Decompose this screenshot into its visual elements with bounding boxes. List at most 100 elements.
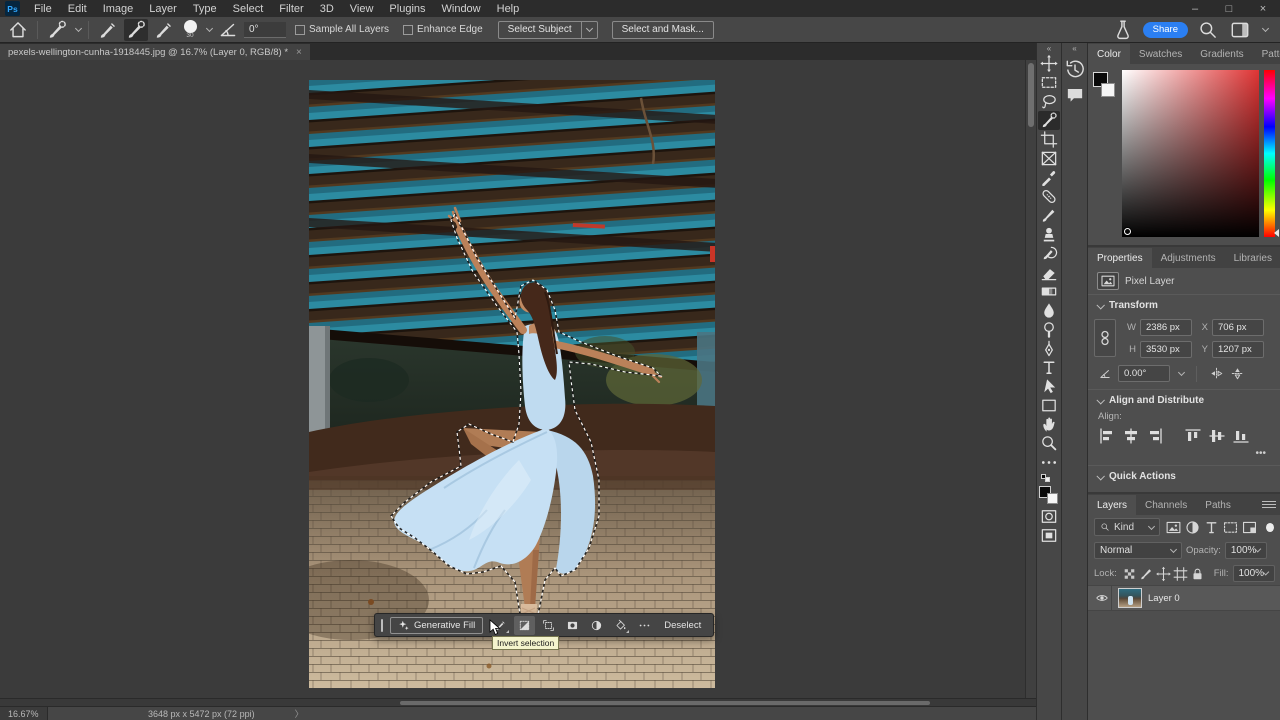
- tab-layers[interactable]: Layers: [1088, 495, 1136, 515]
- color-swatches[interactable]: [1093, 70, 1117, 237]
- fill-selection-button[interactable]: [610, 616, 631, 635]
- menu-type[interactable]: Type: [185, 0, 225, 17]
- expand-panels-button[interactable]: «: [1062, 43, 1087, 54]
- menu-plugins[interactable]: Plugins: [381, 0, 433, 17]
- hand-tool[interactable]: [1038, 415, 1060, 434]
- canvas-area[interactable]: Generative Fill Deselect Invert selectio…: [0, 60, 1036, 698]
- saturation-brightness-field[interactable]: [1122, 70, 1259, 237]
- vertical-scrollbar[interactable]: [1025, 60, 1036, 698]
- layer-thumbnail[interactable]: [1118, 588, 1142, 608]
- color-picker-handle[interactable]: [1124, 228, 1131, 235]
- filter-shape-layers-icon[interactable]: [1221, 519, 1240, 536]
- edit-toolbar-button[interactable]: [1038, 453, 1060, 472]
- tab-adjustments[interactable]: Adjustments: [1152, 248, 1225, 268]
- menu-file[interactable]: File: [26, 0, 60, 17]
- layer-filter-kind-dropdown[interactable]: Kind: [1094, 518, 1160, 536]
- selection-brush-tool[interactable]: [1038, 111, 1060, 130]
- enhance-edge-checkbox[interactable]: Enhance Edge: [403, 24, 483, 35]
- brush-size-picker[interactable]: 30: [180, 20, 200, 39]
- select-and-mask-button[interactable]: Select and Mask...: [612, 21, 714, 39]
- photo-canvas[interactable]: [309, 80, 715, 688]
- align-left-button[interactable]: [1096, 426, 1118, 446]
- align-top-button[interactable]: [1182, 426, 1204, 446]
- menu-filter[interactable]: Filter: [271, 0, 311, 17]
- taskbar-drag-handle[interactable]: [381, 619, 383, 632]
- close-button[interactable]: ×: [1246, 0, 1280, 17]
- clone-stamp-tool[interactable]: [1038, 225, 1060, 244]
- layer-visibility-toggle[interactable]: [1092, 586, 1112, 610]
- quick-mask-button[interactable]: [1038, 507, 1060, 526]
- history-panel-icon[interactable]: [1064, 58, 1086, 80]
- eyedropper-tool[interactable]: [1038, 168, 1060, 187]
- menu-help[interactable]: Help: [489, 0, 528, 17]
- more-options-button[interactable]: [634, 616, 655, 635]
- transform-selection-button[interactable]: [538, 616, 559, 635]
- horizontal-scrollbar-thumb[interactable]: [400, 701, 930, 705]
- new-selection-mode-button[interactable]: [96, 19, 120, 41]
- tab-channels[interactable]: Channels: [1136, 495, 1196, 515]
- path-selection-tool[interactable]: [1038, 377, 1060, 396]
- hue-slider[interactable]: [1264, 70, 1275, 237]
- add-to-selection-mode-button[interactable]: [124, 19, 148, 41]
- flip-vertical-icon[interactable]: [1230, 366, 1245, 381]
- filter-type-layers-icon[interactable]: [1202, 519, 1221, 536]
- frame-tool[interactable]: [1038, 149, 1060, 168]
- filter-adjustment-layers-icon[interactable]: [1183, 519, 1202, 536]
- crop-tool[interactable]: [1038, 130, 1060, 149]
- type-tool[interactable]: [1038, 358, 1060, 377]
- y-field[interactable]: 1207 px: [1212, 341, 1264, 358]
- history-brush-tool[interactable]: [1038, 244, 1060, 263]
- tab-color[interactable]: Color: [1088, 44, 1130, 64]
- move-tool[interactable]: [1038, 54, 1060, 73]
- quick-actions-header[interactable]: Quick Actions: [1088, 466, 1280, 492]
- lock-all-button[interactable]: [1189, 566, 1206, 582]
- create-adjustment-button[interactable]: [586, 616, 607, 635]
- zoom-level-field[interactable]: 16.67%: [0, 707, 48, 720]
- menu-view[interactable]: View: [342, 0, 382, 17]
- horizontal-scrollbar[interactable]: [0, 698, 1036, 706]
- panel-menu-icon[interactable]: [1262, 501, 1280, 515]
- flip-horizontal-icon[interactable]: [1209, 366, 1224, 381]
- align-section-header[interactable]: Align and Distribute: [1088, 390, 1280, 409]
- lock-position-button[interactable]: [1155, 566, 1172, 582]
- menu-3d[interactable]: 3D: [312, 0, 342, 17]
- workspace-switcher-icon[interactable]: [1228, 19, 1252, 41]
- blend-mode-dropdown[interactable]: Normal: [1094, 542, 1182, 559]
- pen-tool[interactable]: [1038, 339, 1060, 358]
- opacity-field[interactable]: 100%: [1225, 542, 1267, 559]
- x-field[interactable]: 706 px: [1212, 319, 1264, 336]
- select-subject-dropdown[interactable]: [582, 21, 598, 39]
- tech-preview-flask-icon[interactable]: [1111, 19, 1135, 41]
- status-options-chevron[interactable]: 〉: [295, 707, 304, 720]
- screen-mode-button[interactable]: [1038, 526, 1060, 545]
- invert-selection-button[interactable]: [514, 616, 535, 635]
- home-button[interactable]: [6, 19, 30, 41]
- brush-angle-field[interactable]: 0°: [244, 22, 286, 38]
- vertical-scrollbar-thumb[interactable]: [1028, 63, 1034, 127]
- lock-artboard-button[interactable]: [1172, 566, 1189, 582]
- comments-panel-icon[interactable]: [1064, 84, 1086, 106]
- background-color-swatch[interactable]: [1101, 83, 1115, 97]
- tab-gradients[interactable]: Gradients: [1191, 44, 1252, 64]
- width-field[interactable]: 2386 px: [1140, 319, 1192, 336]
- menu-image[interactable]: Image: [95, 0, 142, 17]
- brush-tool[interactable]: [1038, 206, 1060, 225]
- tab-paths[interactable]: Paths: [1196, 495, 1240, 515]
- filter-smart-objects-icon[interactable]: [1240, 519, 1259, 536]
- height-field[interactable]: 3530 px: [1140, 341, 1192, 358]
- transform-section-header[interactable]: Transform: [1088, 295, 1280, 314]
- zoom-tool[interactable]: [1038, 434, 1060, 453]
- search-icon[interactable]: [1196, 19, 1220, 41]
- eraser-tool[interactable]: [1038, 263, 1060, 282]
- lock-transparent-pixels-button[interactable]: [1121, 566, 1138, 582]
- align-center-v-button[interactable]: [1206, 426, 1228, 446]
- align-bottom-button[interactable]: [1230, 426, 1252, 446]
- blur-tool[interactable]: [1038, 301, 1060, 320]
- generative-fill-button[interactable]: Generative Fill: [390, 617, 483, 634]
- sample-all-layers-checkbox[interactable]: Sample All Layers: [295, 24, 389, 35]
- default-colors-icon[interactable]: [1041, 474, 1057, 483]
- gradient-tool[interactable]: [1038, 282, 1060, 301]
- menu-window[interactable]: Window: [434, 0, 489, 17]
- tab-patterns[interactable]: Patterns: [1253, 44, 1280, 64]
- lasso-tool[interactable]: [1038, 92, 1060, 111]
